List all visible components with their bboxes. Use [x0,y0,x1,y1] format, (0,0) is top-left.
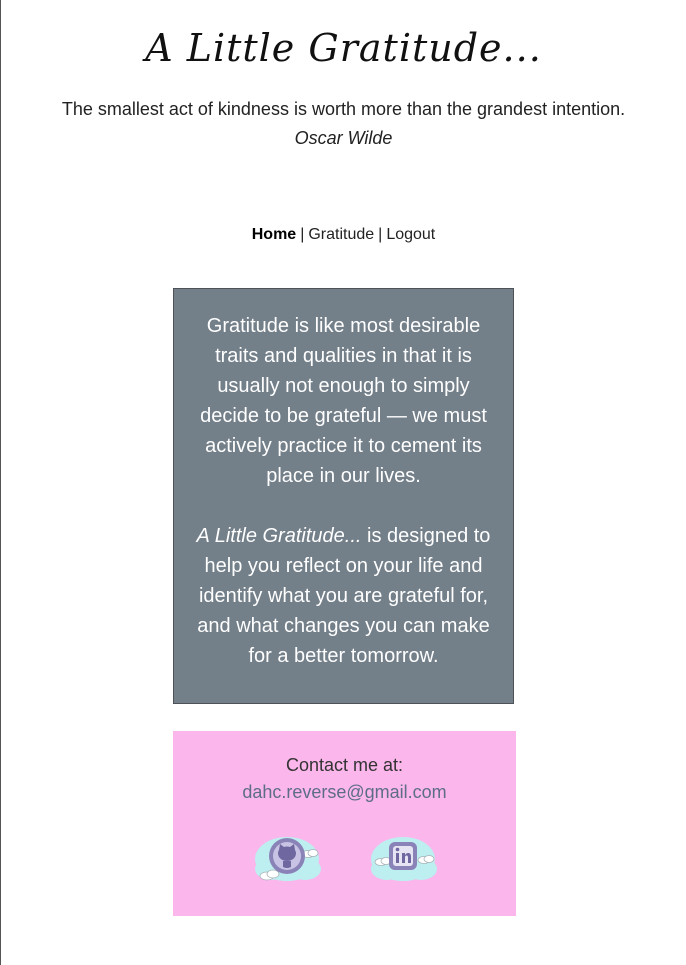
about-paragraph-2: A Little Gratitude... is designed to hel… [194,521,493,671]
nav-link-home[interactable]: Home [252,226,296,243]
nav-separator: | [300,226,305,243]
quote-text: The smallest act of kindness is worth mo… [61,99,626,119]
linkedin-link[interactable] [369,829,439,889]
nav-link-logout[interactable]: Logout [386,226,435,243]
contact-heading: Contact me at: [285,755,404,775]
page: A Little Gratitude... The smallest act o… [1,0,686,965]
about-app-name: A Little Gratitude... [196,525,362,547]
main-nav: Home | Gratitude | Logout [1,226,686,244]
contact-email-link[interactable]: dahc.reverse@gmail.com [173,782,516,803]
github-link[interactable] [253,829,323,889]
nav-link-gratitude[interactable]: Gratitude [308,226,374,243]
site-title: A Little Gratitude... [145,26,542,70]
nav-separator: | [378,226,383,243]
linkedin-icon [371,837,437,881]
about-panel: Gratitude is like most desirable traits … [173,288,514,704]
github-icon [255,837,321,881]
about-paragraph-1: Gratitude is like most desirable traits … [200,315,487,487]
quote-author: Oscar Wilde [294,128,393,148]
contact-panel: Contact me at: dahc.reverse@gmail.com [173,731,516,916]
